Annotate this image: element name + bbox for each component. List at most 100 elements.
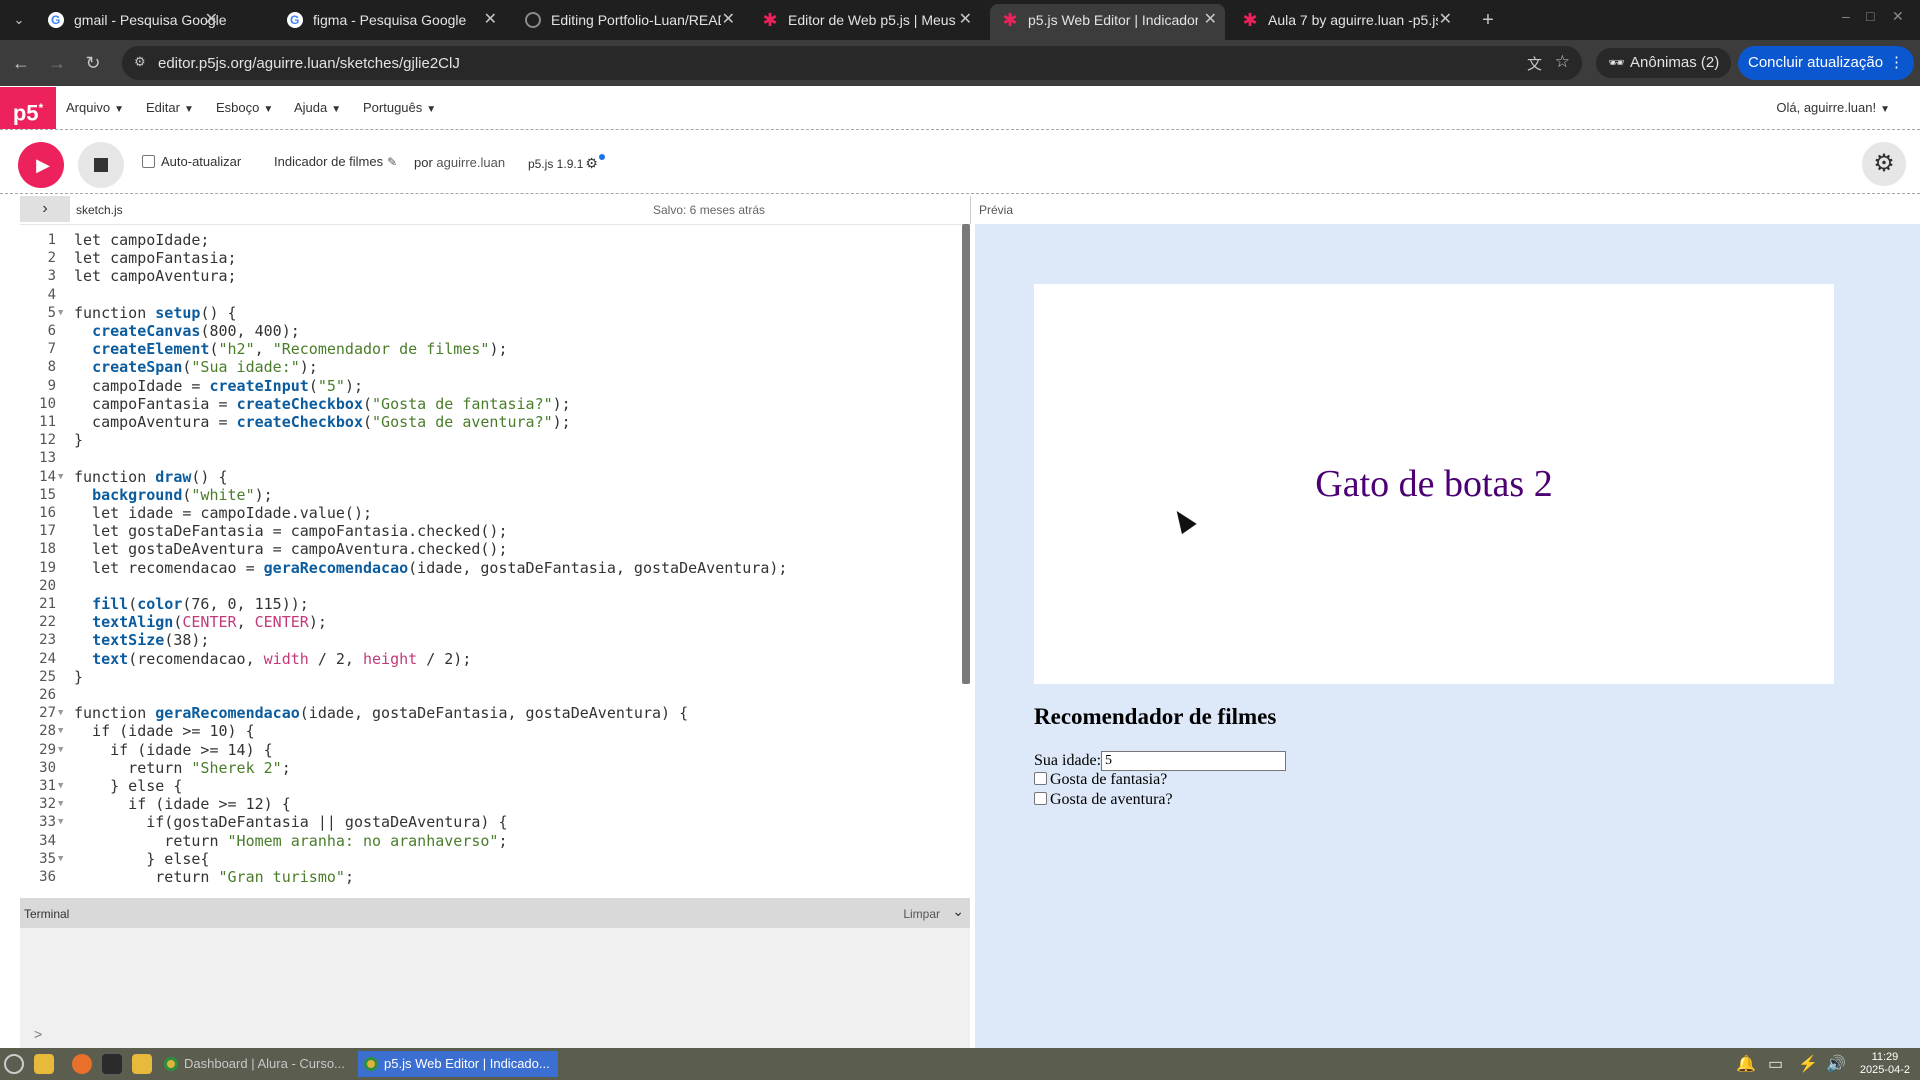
close-tab-icon[interactable]: ✕ — [1439, 4, 1452, 36]
close-tab-icon[interactable]: ✕ — [205, 4, 218, 36]
user-menu[interactable]: Olá, aguirre.luan! ▼ — [1776, 100, 1890, 115]
code-line[interactable]: 22 textAlign(CENTER, CENTER); — [20, 613, 960, 631]
menu-esboco[interactable]: Esboço ▼ — [216, 100, 273, 115]
code-line[interactable]: 24 text(recomendacao, width / 2, height … — [20, 650, 960, 668]
expand-sidebar-chevron-icon[interactable]: › — [20, 196, 70, 222]
menu-arquivo[interactable]: Arquivo ▼ — [66, 100, 124, 115]
forward-arrow-icon[interactable]: → — [44, 50, 70, 76]
code-line[interactable]: 20 — [20, 577, 960, 595]
play-button[interactable]: ▶ — [18, 142, 64, 188]
code-line[interactable]: 12} — [20, 431, 960, 449]
folder-icon[interactable] — [132, 1054, 152, 1074]
menu-editar[interactable]: Editar ▼ — [146, 100, 194, 115]
editor-scrollbar[interactable] — [962, 224, 970, 684]
code-line[interactable]: 25} — [20, 668, 960, 686]
code-line[interactable]: 31 ▼ } else { — [20, 777, 960, 795]
close-tab-icon[interactable]: ✕ — [722, 4, 735, 36]
p5-logo[interactable]: p5* — [0, 87, 56, 129]
chevron-down-icon[interactable]: ⌄ — [952, 903, 964, 920]
code-line[interactable]: 11 campoAventura = createCheckbox("Gosta… — [20, 413, 960, 431]
code-line[interactable]: 2 let campoFantasia; — [20, 249, 960, 267]
fold-arrow-icon[interactable]: ▼ — [58, 722, 63, 740]
reload-icon[interactable]: ↻ — [80, 50, 106, 76]
code-line[interactable]: 7 createElement("h2", "Recomendador de f… — [20, 340, 960, 358]
adventure-checkbox-row[interactable]: Gosta de aventura? — [1034, 791, 1173, 809]
code-line[interactable]: 16 let idade = campoIdade.value(); — [20, 504, 960, 522]
code-line[interactable]: 17 let gostaDeFantasia = campoFantasia.c… — [20, 522, 960, 540]
code-line[interactable]: 13 — [20, 449, 960, 467]
fold-arrow-icon[interactable]: ▼ — [58, 741, 63, 759]
clear-console-button[interactable]: Limpar — [903, 907, 940, 921]
kebab-menu-icon[interactable]: ⋮ — [1889, 46, 1904, 80]
code-line[interactable]: 29 ▼ if (idade >= 14) { — [20, 741, 960, 759]
browser-tab-gmail[interactable]: gmail - Pesquisa Google ✕ — [36, 4, 226, 36]
taskbar-task-alura[interactable]: Dashboard | Alura - Curso... — [158, 1051, 354, 1077]
p5-version-button[interactable]: p5.js 1.9.1 ⚙ — [528, 154, 605, 172]
new-tab-plus-icon[interactable]: + — [1474, 6, 1502, 34]
fold-arrow-icon[interactable]: ▼ — [58, 795, 63, 813]
browser-tab-figma[interactable]: figma - Pesquisa Google ✕ — [275, 4, 505, 36]
code-line[interactable]: 4 — [20, 286, 960, 304]
code-line[interactable]: 3 let campoAventura; — [20, 267, 960, 285]
code-line[interactable]: 33 ▼ if(gostaDeFantasia || gostaDeAventur… — [20, 813, 960, 831]
fantasy-checkbox-row[interactable]: Gosta de fantasia? — [1034, 771, 1167, 789]
firefox-icon[interactable] — [72, 1054, 92, 1074]
url-omnibox[interactable]: ⚙ editor.p5js.org/aguirre.luan/sketches/… — [122, 46, 1582, 80]
code-line[interactable]: 21 fill(color(76, 0, 115)); — [20, 595, 960, 613]
close-tab-icon[interactable]: ✕ — [484, 4, 497, 36]
sketch-name-button[interactable]: Indicador de filmes ✎ — [274, 154, 397, 169]
terminal-prompt[interactable]: > — [34, 1026, 42, 1042]
window-close-icon[interactable]: ✕ — [1892, 8, 1904, 25]
back-arrow-icon[interactable]: ← — [8, 50, 34, 76]
maximize-icon[interactable]: □ — [1866, 8, 1874, 24]
code-editor[interactable]: 1 let campoIdade; 2 let campoFantasia; 3 let … — [20, 224, 970, 898]
browser-tab-p5-editor-list[interactable]: ✱ Editor de Web p5.js | Meus e ✕ — [750, 4, 980, 36]
start-menu-icon[interactable] — [4, 1054, 24, 1074]
browser-tab-aula7[interactable]: ✱ Aula 7 by aguirre.luan -p5.js ✕ — [1230, 4, 1460, 36]
stop-button[interactable] — [78, 142, 124, 188]
fantasy-checkbox[interactable] — [1034, 772, 1047, 785]
menu-language[interactable]: Português ▼ — [363, 100, 436, 115]
owner-link[interactable]: aguirre.luan — [436, 155, 505, 170]
adventure-checkbox[interactable] — [1034, 792, 1047, 805]
display-icon[interactable]: ▭ — [1768, 1054, 1783, 1074]
power-icon[interactable]: ⚡ — [1798, 1054, 1818, 1074]
tab-search-chevron-icon[interactable]: ⌄ — [6, 8, 32, 32]
volume-icon[interactable]: 🔊 — [1826, 1054, 1846, 1074]
code-line[interactable]: 36 return "Gran turismo"; — [20, 868, 960, 886]
code-line[interactable]: 28 ▼ if (idade >= 10) { — [20, 722, 960, 740]
code-line[interactable]: 27 ▼ function geraRecomendacao(idade, gost… — [20, 704, 960, 722]
finish-update-button[interactable]: Concluir atualização ⋮ — [1738, 46, 1914, 80]
translate-icon[interactable]: 文 — [1527, 53, 1542, 74]
settings-gear-button[interactable]: ⚙ — [1862, 142, 1906, 186]
close-tab-icon[interactable]: ✕ — [959, 4, 972, 36]
code-line[interactable]: 30 return "Sherek 2"; — [20, 759, 960, 777]
code-line[interactable]: 34 return "Homem aranha: no aranhaverso"… — [20, 832, 960, 850]
auto-refresh-toggle[interactable]: Auto-atualizar — [142, 154, 241, 169]
code-line[interactable]: 10 campoFantasia = createCheckbox("Gosta… — [20, 395, 960, 413]
age-input[interactable]: 5 — [1101, 751, 1286, 771]
code-line[interactable]: 23 textSize(38); — [20, 631, 960, 649]
fold-arrow-icon[interactable]: ▼ — [58, 813, 63, 831]
code-line[interactable]: 26 — [20, 686, 960, 704]
bookmark-star-icon[interactable]: ☆ — [1555, 52, 1570, 72]
menu-ajuda[interactable]: Ajuda ▼ — [294, 100, 341, 115]
code-line[interactable]: 9 campoIdade = createInput("5"); — [20, 377, 960, 395]
terminal-body[interactable]: > — [20, 928, 970, 1048]
site-info-icon[interactable]: ⚙ — [134, 54, 146, 70]
code-line[interactable]: 15 background("white"); — [20, 486, 960, 504]
code-line[interactable]: 32 ▼ if (idade >= 12) { — [20, 795, 960, 813]
browser-tab-p5-indicador[interactable]: ✱ p5.js Web Editor | Indicador d ✕ — [990, 4, 1225, 40]
code-line[interactable]: 5 ▼ function setup() { — [20, 304, 960, 322]
incognito-button[interactable]: 🕶 Anônimas (2) — [1596, 48, 1732, 78]
system-clock[interactable]: 11:29 2025-04-2 — [1860, 1051, 1910, 1077]
code-line[interactable]: 6 createCanvas(800, 400); — [20, 322, 960, 340]
taskbar-task-p5[interactable]: p5.js Web Editor | Indicado... — [358, 1051, 558, 1077]
files-icon[interactable] — [34, 1054, 54, 1074]
code-line[interactable]: 35 ▼ } else{ — [20, 850, 960, 868]
code-line[interactable]: 1 let campoIdade; — [20, 231, 960, 249]
code-line[interactable]: 18 let gostaDeAventura = campoAventura.c… — [20, 540, 960, 558]
notification-bell-icon[interactable]: 🔔 — [1736, 1054, 1756, 1074]
close-tab-icon[interactable]: ✕ — [1204, 4, 1217, 36]
url-text[interactable]: editor.p5js.org/aguirre.luan/sketches/gj… — [158, 55, 460, 72]
